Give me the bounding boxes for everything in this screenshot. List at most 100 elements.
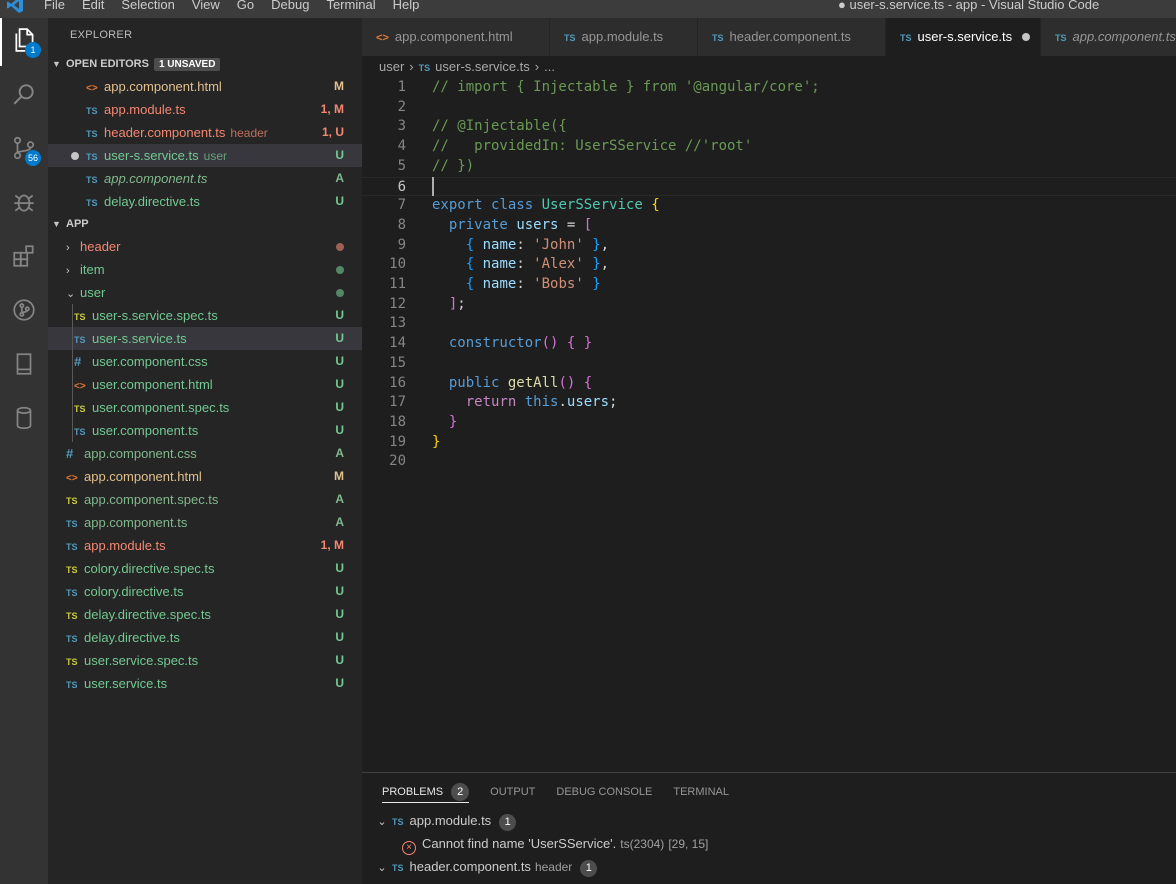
folder-item[interactable]: › header: [48, 235, 362, 258]
database-activity[interactable]: [0, 396, 48, 444]
unsaved-dot-icon[interactable]: [1022, 33, 1031, 41]
search-icon: [11, 81, 37, 112]
file-item[interactable]: TS delay.directive.spec.ts U: [48, 603, 362, 626]
file-item[interactable]: TS user.component.spec.ts U: [48, 396, 362, 419]
file-item[interactable]: TS colory.directive.ts U: [48, 580, 362, 603]
editor-tab[interactable]: TS user-s.service.ts: [886, 18, 1041, 56]
remote-explorer-activity[interactable]: [0, 342, 48, 390]
debug-activity[interactable]: [0, 180, 48, 228]
problem-file-row[interactable]: ⌄ TS app.module.ts 1: [372, 810, 517, 832]
source-control-activity[interactable]: 56: [0, 126, 48, 174]
typescript-file-icon: TS: [900, 33, 912, 43]
breadcrumb-symbol[interactable]: ...: [544, 59, 555, 74]
menu-item-terminal[interactable]: Terminal: [326, 0, 375, 12]
panel-tab-terminal[interactable]: TERMINAL: [673, 781, 729, 803]
file-item[interactable]: TS app.component.ts A: [48, 511, 362, 534]
file-label: app.component.html: [84, 469, 202, 484]
code-token: 'Bobs': [533, 276, 584, 292]
database-icon: [11, 405, 37, 436]
file-item[interactable]: TS user.service.ts U: [48, 672, 362, 695]
open-editor-item[interactable]: <> app.component.html M: [48, 75, 362, 98]
editor-tab[interactable]: TS app.component.ts: [1041, 18, 1176, 56]
panel-tab-debug-console[interactable]: DEBUG CONSOLE: [556, 781, 652, 803]
file-item[interactable]: TS user.component.ts U: [48, 419, 362, 442]
menu-item-file[interactable]: File: [44, 0, 65, 12]
app-folder-title: APP: [66, 218, 89, 230]
file-item[interactable]: TS user.service.spec.ts U: [48, 649, 362, 672]
file-item[interactable]: TS delay.directive.ts U: [48, 626, 362, 649]
search-activity[interactable]: [0, 72, 48, 120]
panel-tab-problems[interactable]: PROBLEMS 2: [382, 781, 470, 803]
code-token: :: [516, 276, 534, 292]
open-editor-item[interactable]: TS header.component.ts header 1, U: [48, 121, 362, 144]
open-editor-item[interactable]: TS user-s.service.ts user U: [48, 144, 362, 167]
html-file-icon: <>: [74, 381, 86, 392]
menu-item-debug[interactable]: Debug: [271, 0, 309, 12]
code-editor[interactable]: 1 // import { Injectable } from '@angular…: [362, 78, 1176, 772]
menu-item-go[interactable]: Go: [237, 0, 254, 12]
file-item[interactable]: TS user-s.service.spec.ts U: [48, 304, 362, 327]
breadcrumb-folder[interactable]: user: [379, 59, 404, 74]
code-text: private users = [: [432, 216, 592, 236]
open-editor-item[interactable]: TS app.component.ts A: [48, 167, 362, 190]
file-item[interactable]: # app.component.css A: [48, 442, 362, 465]
file-item[interactable]: TS app.module.ts 1, M: [48, 534, 362, 557]
problem-item[interactable]: × Cannot find name 'UserSService'. ts(2304…: [402, 833, 708, 855]
code-text: { name: 'Bobs' }: [432, 275, 601, 295]
open-editors-header[interactable]: ▼ OPEN EDITORS 1 UNSAVED: [48, 53, 362, 75]
git-status-dot: [336, 289, 344, 297]
file-item[interactable]: # user.component.css U: [48, 350, 362, 373]
panel-tab-output[interactable]: OUTPUT: [490, 781, 535, 803]
file-label: colory.directive.spec.ts: [84, 561, 215, 576]
indent-guide: [72, 304, 73, 442]
breadcrumb-file[interactable]: user-s.service.ts: [435, 59, 530, 74]
file-label: user-s.service.ts: [92, 331, 187, 346]
code-token: :: [516, 236, 534, 253]
code-line: 4 // providedIn: UserSService //'root': [362, 137, 1176, 157]
code-token: return: [465, 394, 517, 411]
app-folder-header[interactable]: ▼ APP: [48, 213, 362, 235]
open-editor-item[interactable]: TS app.module.ts 1, M: [48, 98, 362, 121]
git-status-badge: U: [335, 676, 344, 690]
open-editor-item[interactable]: TS delay.directive.ts U: [48, 190, 362, 213]
editor-tab[interactable]: TS app.module.ts: [550, 18, 698, 56]
menu-item-edit[interactable]: Edit: [82, 0, 104, 12]
typescript-file-icon: TS: [66, 519, 78, 529]
typescript-spec-file-icon: TS: [66, 565, 78, 575]
file-item[interactable]: TS user-s.service.ts U: [48, 327, 362, 350]
problem-file-row[interactable]: ⌄ TS header.component.ts header 1: [372, 856, 598, 878]
typescript-spec-file-icon: TS: [66, 496, 78, 506]
file-label: app.component.ts: [84, 515, 188, 530]
git-graph-activity[interactable]: [0, 288, 48, 336]
file-item[interactable]: TS colory.directive.spec.ts U: [48, 557, 362, 580]
typescript-file-icon: TS: [86, 129, 98, 139]
folder-item[interactable]: › item: [48, 258, 362, 281]
menu-item-help[interactable]: Help: [393, 0, 420, 12]
menu-item-selection[interactable]: Selection: [121, 0, 174, 12]
code-token: {: [465, 276, 475, 292]
tab-label: user-s.service.ts: [917, 29, 1013, 44]
file-item[interactable]: <> user.component.html U: [48, 373, 362, 396]
code-text: return this.users;: [432, 393, 618, 413]
file-item[interactable]: TS app.component.spec.ts A: [48, 488, 362, 511]
file-item[interactable]: <> app.component.html M: [48, 465, 362, 488]
folder-item[interactable]: ⌄ user: [48, 281, 362, 304]
editor-tab[interactable]: TS header.component.ts: [698, 18, 886, 56]
editor-tab[interactable]: <> app.component.html: [362, 18, 550, 56]
explorer-activity[interactable]: 1: [0, 18, 48, 66]
typescript-file-icon: TS: [86, 175, 98, 185]
menu-item-view[interactable]: View: [192, 0, 220, 12]
line-number: 2: [397, 98, 406, 115]
extensions-activity[interactable]: [0, 234, 48, 282]
git-status-badge: A: [335, 515, 344, 529]
code-token: =: [558, 216, 584, 233]
line-number: 11: [389, 276, 406, 292]
file-label: app.module.ts: [84, 538, 166, 553]
breadcrumb: user › TS user-s.service.ts ›...: [362, 56, 1176, 78]
file-label: colory.directive.ts: [84, 584, 184, 599]
